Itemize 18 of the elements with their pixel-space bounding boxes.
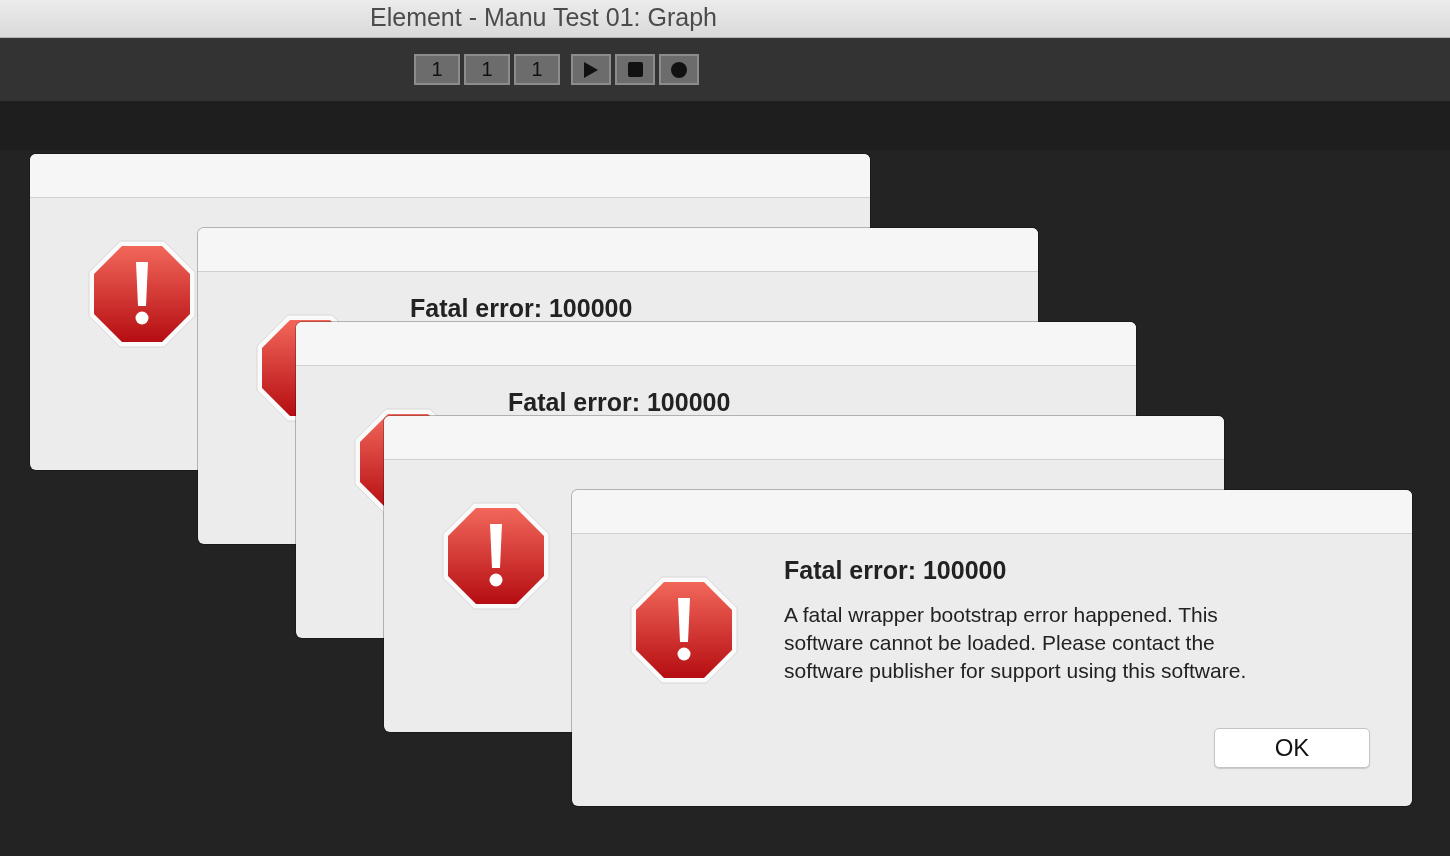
- counter-field[interactable]: 1: [464, 54, 510, 85]
- window-title: Element - Manu Test 01: Graph: [370, 3, 717, 32]
- counter-field[interactable]: 1: [514, 54, 560, 85]
- record-button[interactable]: [659, 54, 699, 85]
- counter-field[interactable]: 1: [414, 54, 460, 85]
- error-heading: Fatal error: 100000: [410, 296, 633, 321]
- stop-sign-icon: [630, 576, 738, 684]
- play-icon: [584, 61, 598, 78]
- stop-button[interactable]: [615, 54, 655, 85]
- ok-button[interactable]: OK: [1214, 728, 1370, 768]
- play-button[interactable]: [571, 54, 611, 85]
- error-heading: Fatal error: 100000: [784, 558, 1008, 583]
- error-heading: Fatal error: 100000: [508, 390, 731, 415]
- error-message: A fatal wrapper bootstrap error happened. This software cannot be loaded. Please contact the software publisher for support using this software.: [784, 602, 1248, 684]
- stop-sign-icon: [442, 502, 550, 610]
- record-icon: [671, 61, 687, 78]
- stop-icon: [627, 62, 643, 77]
- stop-sign-icon: [88, 240, 196, 348]
